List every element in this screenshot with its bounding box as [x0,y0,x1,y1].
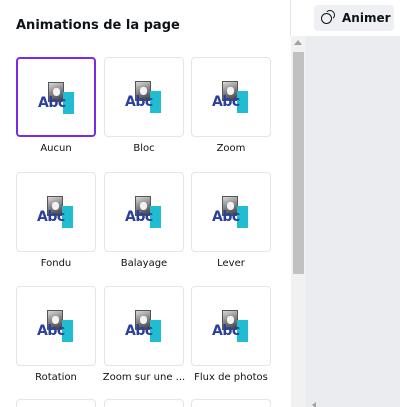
animation-tile[interactable]: Abc [104,286,184,366]
panel-scrollbar[interactable] [291,36,306,407]
animations-panel: Animations de la page Abc Aucun Abc Bloc… [0,0,290,407]
abc-text: Abc [212,323,240,339]
animation-thumbnail: Abc [212,196,254,230]
panel-title: Animations de la page [16,18,180,33]
animate-button[interactable]: Animer [314,5,394,31]
animation-tile-partial[interactable] [104,399,184,407]
abc-text: Abc [125,323,153,339]
animation-tile[interactable]: Abc [16,172,96,252]
animation-thumbnail: Abc [37,196,79,230]
animation-thumbnail: Abc [125,196,167,230]
animation-thumbnail: Abc [125,310,167,344]
animation-tile[interactable]: Abc [16,286,96,366]
animation-tile-partial[interactable] [191,399,271,407]
animation-label: Lever [217,258,245,269]
animation-tile[interactable]: Abc [104,57,184,137]
abc-text: Abc [37,209,65,225]
scroll-left-arrow-icon[interactable] [312,402,316,407]
animation-label: Flux de photos [194,372,268,383]
animation-tile[interactable]: Abc [104,172,184,252]
animation-tile[interactable]: Abc [191,286,271,366]
animation-tile[interactable]: Abc [191,57,271,137]
animation-thumbnail: Abc [38,82,80,116]
animation-tile-partial[interactable] [16,399,96,407]
abc-text: Abc [212,94,240,110]
abc-text: Abc [125,209,153,225]
abc-text: Abc [125,94,153,110]
abc-text: Abc [38,95,66,111]
animate-button-label: Animer [342,11,391,25]
animate-icon [320,10,336,26]
canvas-area [306,36,400,407]
animation-thumbnail: Abc [37,310,79,344]
animation-thumbnail: Abc [212,310,254,344]
animation-label: Zoom [216,143,246,154]
top-toolbar: Animer [290,0,400,36]
animation-tile[interactable]: Abc [16,57,96,137]
app: Animations de la page Abc Aucun Abc Bloc… [0,0,400,407]
scroll-thumb[interactable] [293,52,304,274]
abc-text: Abc [212,209,240,225]
animation-thumbnail: Abc [125,81,167,115]
abc-text: Abc [37,323,65,339]
animation-thumbnail: Abc [212,81,254,115]
scroll-up-arrow-icon[interactable] [294,40,302,45]
animation-tile[interactable]: Abc [191,172,271,252]
